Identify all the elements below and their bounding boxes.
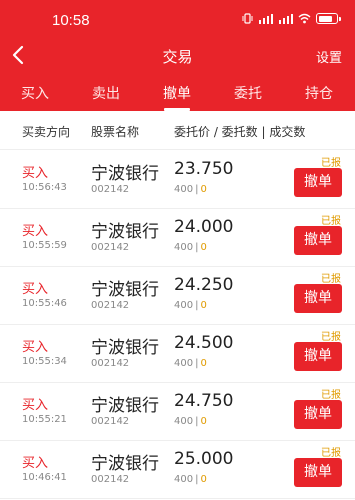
filled-qty: 0 <box>200 242 207 253</box>
col-stock: 股票名称 <box>91 125 140 139</box>
cancel-order-button[interactable]: 撤单 <box>294 168 342 197</box>
order-time: 10:55:34 <box>22 356 67 367</box>
order-qty: 400 <box>174 474 194 485</box>
wifi-icon <box>298 13 311 24</box>
order-quantity: 400 | 0 <box>174 358 207 369</box>
order-type: 买入 <box>22 456 49 471</box>
order-price: 24.500 <box>174 333 234 353</box>
signal-5g-icon <box>279 14 293 24</box>
order-row[interactable]: 买入 10:55:46 宁波银行 002142 24.250 400 | 0 已报 … <box>0 266 355 325</box>
order-row[interactable]: 买入 10:55:59 宁波银行 002142 24.000 400 | 0 已报 … <box>0 208 355 267</box>
stock-code: 002142 <box>91 358 130 369</box>
order-price: 25.000 <box>174 449 234 469</box>
stock-code: 002142 <box>91 242 130 253</box>
order-qty: 400 <box>174 358 194 369</box>
stock-name: 宁波银行 <box>91 396 159 416</box>
order-qty: 400 <box>174 184 194 195</box>
order-price: 24.250 <box>174 275 234 295</box>
order-type: 买入 <box>22 340 49 355</box>
tab-buy[interactable]: 买入 <box>0 83 70 103</box>
order-status: 已报 <box>321 332 341 343</box>
order-time: 10:56:43 <box>22 182 67 193</box>
cancel-order-button[interactable]: 撤单 <box>294 400 342 429</box>
order-status: 已报 <box>321 158 341 169</box>
status-bar: 10:58 <box>0 0 355 40</box>
stock-name: 宁波银行 <box>91 338 159 358</box>
order-price: 23.750 <box>174 159 234 179</box>
status-icons <box>242 13 341 24</box>
tab-sell[interactable]: 卖出 <box>71 83 141 103</box>
order-row[interactable]: 买入 10:46:41 宁波银行 002142 25.000 400 | 0 已报 … <box>0 440 355 499</box>
cancel-order-button[interactable]: 撤单 <box>294 284 342 313</box>
stock-name: 宁波银行 <box>91 454 159 474</box>
order-time: 10:55:21 <box>22 414 67 425</box>
order-status: 已报 <box>321 448 341 459</box>
filled-qty: 0 <box>200 474 207 485</box>
order-status: 已报 <box>321 274 341 285</box>
order-price: 24.750 <box>174 391 234 411</box>
order-time: 10:55:46 <box>22 298 67 309</box>
order-qty: 400 <box>174 416 194 427</box>
status-time: 10:58 <box>52 12 90 29</box>
filled-qty: 0 <box>200 300 207 311</box>
order-qty: 400 <box>174 242 194 253</box>
vibrate-icon <box>242 13 253 24</box>
order-status: 已报 <box>321 216 341 227</box>
tab-cancel[interactable]: 撤单 <box>142 83 212 111</box>
cancel-order-button[interactable]: 撤单 <box>294 458 342 487</box>
order-price: 24.000 <box>174 217 234 237</box>
order-status: 已报 <box>321 390 341 401</box>
stock-name: 宁波银行 <box>91 222 159 242</box>
order-row[interactable]: 买入 10:55:21 宁波银行 002142 24.750 400 | 0 已报 … <box>0 382 355 441</box>
order-quantity: 400 | 0 <box>174 242 207 253</box>
order-time: 10:46:41 <box>22 472 67 483</box>
order-quantity: 400 | 0 <box>174 300 207 311</box>
order-quantity: 400 | 0 <box>174 184 207 195</box>
stock-code: 002142 <box>91 300 130 311</box>
stock-code: 002142 <box>91 184 130 195</box>
page-title: 交易 <box>162 48 193 66</box>
filled-qty: 0 <box>200 184 207 195</box>
tab-bar: 买入 卖出 撤单 委托 持仓 <box>0 78 355 111</box>
order-quantity: 400 | 0 <box>174 474 207 485</box>
order-row[interactable]: 买入 10:56:43 宁波银行 002142 23.750 400 | 0 已报 … <box>0 150 355 209</box>
order-type: 买入 <box>22 398 49 413</box>
stock-code: 002142 <box>91 474 130 485</box>
app-header: 10:58 交易 设置 买入 卖出 撤单 委托 持仓 <box>0 0 355 111</box>
stock-name: 宁波银行 <box>91 164 159 184</box>
order-type: 买入 <box>22 224 49 239</box>
title-bar: 交易 设置 <box>0 40 355 72</box>
tab-positions[interactable]: 持仓 <box>284 83 354 103</box>
stock-name: 宁波银行 <box>91 280 159 300</box>
order-type: 买入 <box>22 166 49 181</box>
filled-qty: 0 <box>200 358 207 369</box>
order-type: 买入 <box>22 282 49 297</box>
signal-4g-icon <box>259 14 273 24</box>
order-quantity: 400 | 0 <box>174 416 207 427</box>
cancel-order-button[interactable]: 撤单 <box>294 342 342 371</box>
order-time: 10:55:59 <box>22 240 67 251</box>
order-row[interactable]: 买入 10:55:34 宁波银行 002142 24.500 400 | 0 已报 … <box>0 324 355 383</box>
tab-orders[interactable]: 委托 <box>213 83 283 103</box>
col-direction: 买卖方向 <box>22 125 71 139</box>
battery-icon <box>316 13 341 24</box>
order-qty: 400 <box>174 300 194 311</box>
column-header: 买卖方向 股票名称 委托价 / 委托数 | 成交数 <box>0 111 355 150</box>
stock-code: 002142 <box>91 416 130 427</box>
cancel-order-button[interactable]: 撤单 <box>294 226 342 255</box>
settings-button[interactable]: 设置 <box>316 47 342 66</box>
col-price-qty: 委托价 / 委托数 | 成交数 <box>174 125 306 139</box>
filled-qty: 0 <box>200 416 207 427</box>
